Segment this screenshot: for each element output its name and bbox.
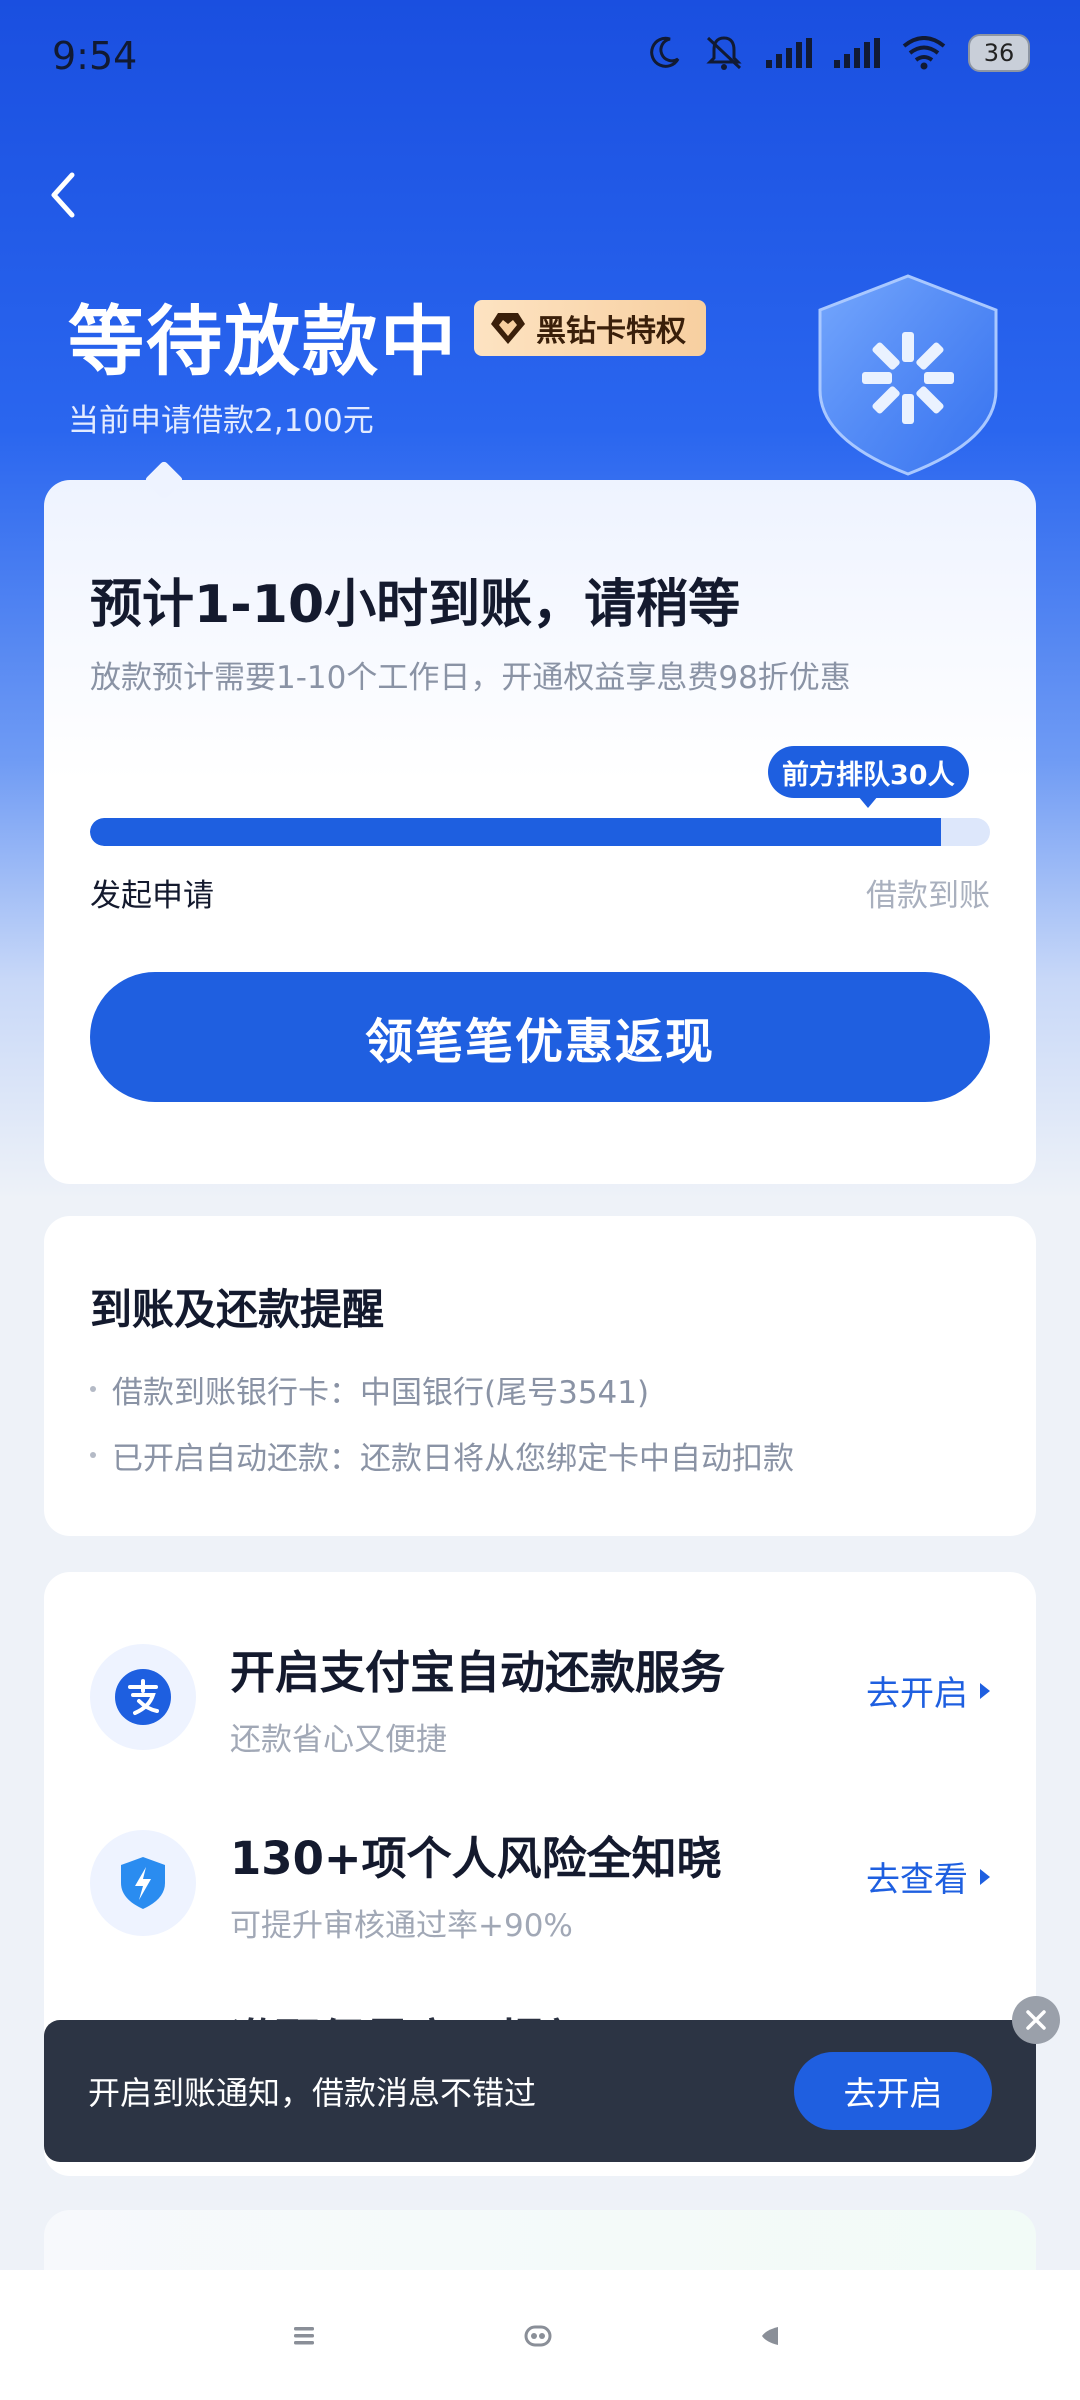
service-subtitle: 可提升审核通过率+90% — [230, 1908, 573, 1944]
enable-notification-button[interactable]: 去开启 — [794, 2052, 992, 2130]
mute-icon — [706, 36, 742, 70]
alipay-icon — [90, 1644, 196, 1750]
reminder-item-text: 已开启自动还款：还款日将从您绑定卡中自动扣款 — [112, 1440, 794, 1477]
reminder-item-bank: 借款到账银行卡：中国银行(尾号3541) — [90, 1356, 794, 1422]
view-risk-button[interactable]: 去查看 — [866, 1852, 990, 1901]
nav-menu-button[interactable] — [284, 2316, 324, 2356]
battery-indicator: 36 — [968, 34, 1030, 72]
close-icon — [1026, 2010, 1046, 2030]
caret-right-icon — [980, 1868, 990, 1885]
progress-end-label: 借款到账 — [866, 878, 990, 914]
home-icon — [524, 2325, 552, 2347]
diamond-heart-icon — [491, 313, 525, 344]
eta-title: 预计1-10小时到账，请稍等 — [90, 575, 741, 635]
reminder-card: 到账及还款提醒 借款到账银行卡：中国银行(尾号3541) 已开启自动还款：还款日… — [44, 1216, 1036, 1536]
back-triangle-icon — [762, 2327, 778, 2345]
service-action-label: 去查看 — [866, 1860, 968, 1900]
status-time: 9:54 — [52, 34, 138, 78]
progress-start-label: 发起申请 — [90, 878, 214, 914]
system-nav-bar — [0, 2270, 1080, 2400]
nav-home-button[interactable] — [518, 2316, 558, 2356]
bullet-dot — [90, 1386, 96, 1392]
cashback-button[interactable]: 领笔笔优惠返现 — [90, 972, 990, 1102]
shield-bolt-icon — [90, 1830, 196, 1936]
chevron-left-icon — [51, 172, 75, 218]
signal-icon-2 — [834, 38, 880, 68]
status-bar: 9:54 36 — [0, 0, 1080, 110]
vip-badge[interactable]: 黑钻卡特权 — [474, 300, 706, 356]
service-row-alipay[interactable]: 开启支付宝自动还款服务 还款省心又便捷 去开启 — [44, 1632, 1036, 1782]
caret-right-icon — [980, 1682, 990, 1699]
service-title: 开启支付宝自动还款服务 — [230, 1646, 726, 1699]
reminder-item-autopay: 已开启自动还款：还款日将从您绑定卡中自动扣款 — [90, 1422, 794, 1488]
vip-badge-label: 黑钻卡特权 — [536, 314, 686, 349]
back-button[interactable] — [38, 160, 88, 230]
shield-logo-icon — [818, 274, 998, 476]
status-icons: 36 — [646, 34, 1030, 72]
eta-description: 放款预计需要1-10个工作日，开通权益享息费98折优惠 — [90, 660, 851, 696]
card-notch — [144, 460, 184, 500]
reminder-list: 借款到账银行卡：中国银行(尾号3541) 已开启自动还款：还款日将从您绑定卡中自… — [90, 1356, 794, 1488]
close-toast-button[interactable] — [1012, 1996, 1060, 2044]
progress-fill — [90, 818, 941, 846]
queue-badge: 前方排队30人 — [768, 746, 969, 808]
moon-icon — [650, 36, 680, 68]
service-row-risk[interactable]: 130+项个人风险全知晓 可提升审核通过率+90% 去查看 — [44, 1818, 1036, 1968]
service-title: 130+项个人风险全知晓 — [230, 1832, 722, 1885]
signal-icon — [766, 38, 812, 68]
screen: 9:54 36 等待放款中 黑钻卡特权 当前申请借款2,100元 预计1-10小… — [0, 0, 1080, 2400]
progress-track — [90, 818, 990, 846]
nav-back-button[interactable] — [750, 2316, 790, 2356]
reminder-item-text: 借款到账银行卡：中国银行(尾号3541) — [112, 1374, 650, 1411]
reminder-title: 到账及还款提醒 — [90, 1285, 385, 1334]
notification-toast: 开启到账通知，借款消息不错过 去开启 — [44, 2020, 1036, 2162]
progress-card: 预计1-10小时到账，请稍等 放款预计需要1-10个工作日，开通权益享息费98折… — [44, 460, 1036, 1184]
service-action-label: 去开启 — [866, 1674, 968, 1714]
menu-icon — [294, 2327, 314, 2345]
page-title: 等待放款中 — [68, 297, 458, 386]
wifi-icon — [902, 36, 946, 70]
loan-amount-subtitle: 当前申请借款2,100元 — [68, 403, 374, 439]
toast-text: 开启到账通知，借款消息不错过 — [88, 2074, 537, 2112]
service-subtitle: 还款省心又便捷 — [230, 1722, 447, 1758]
enable-alipay-button[interactable]: 去开启 — [866, 1666, 990, 1715]
bullet-dot — [90, 1452, 96, 1458]
